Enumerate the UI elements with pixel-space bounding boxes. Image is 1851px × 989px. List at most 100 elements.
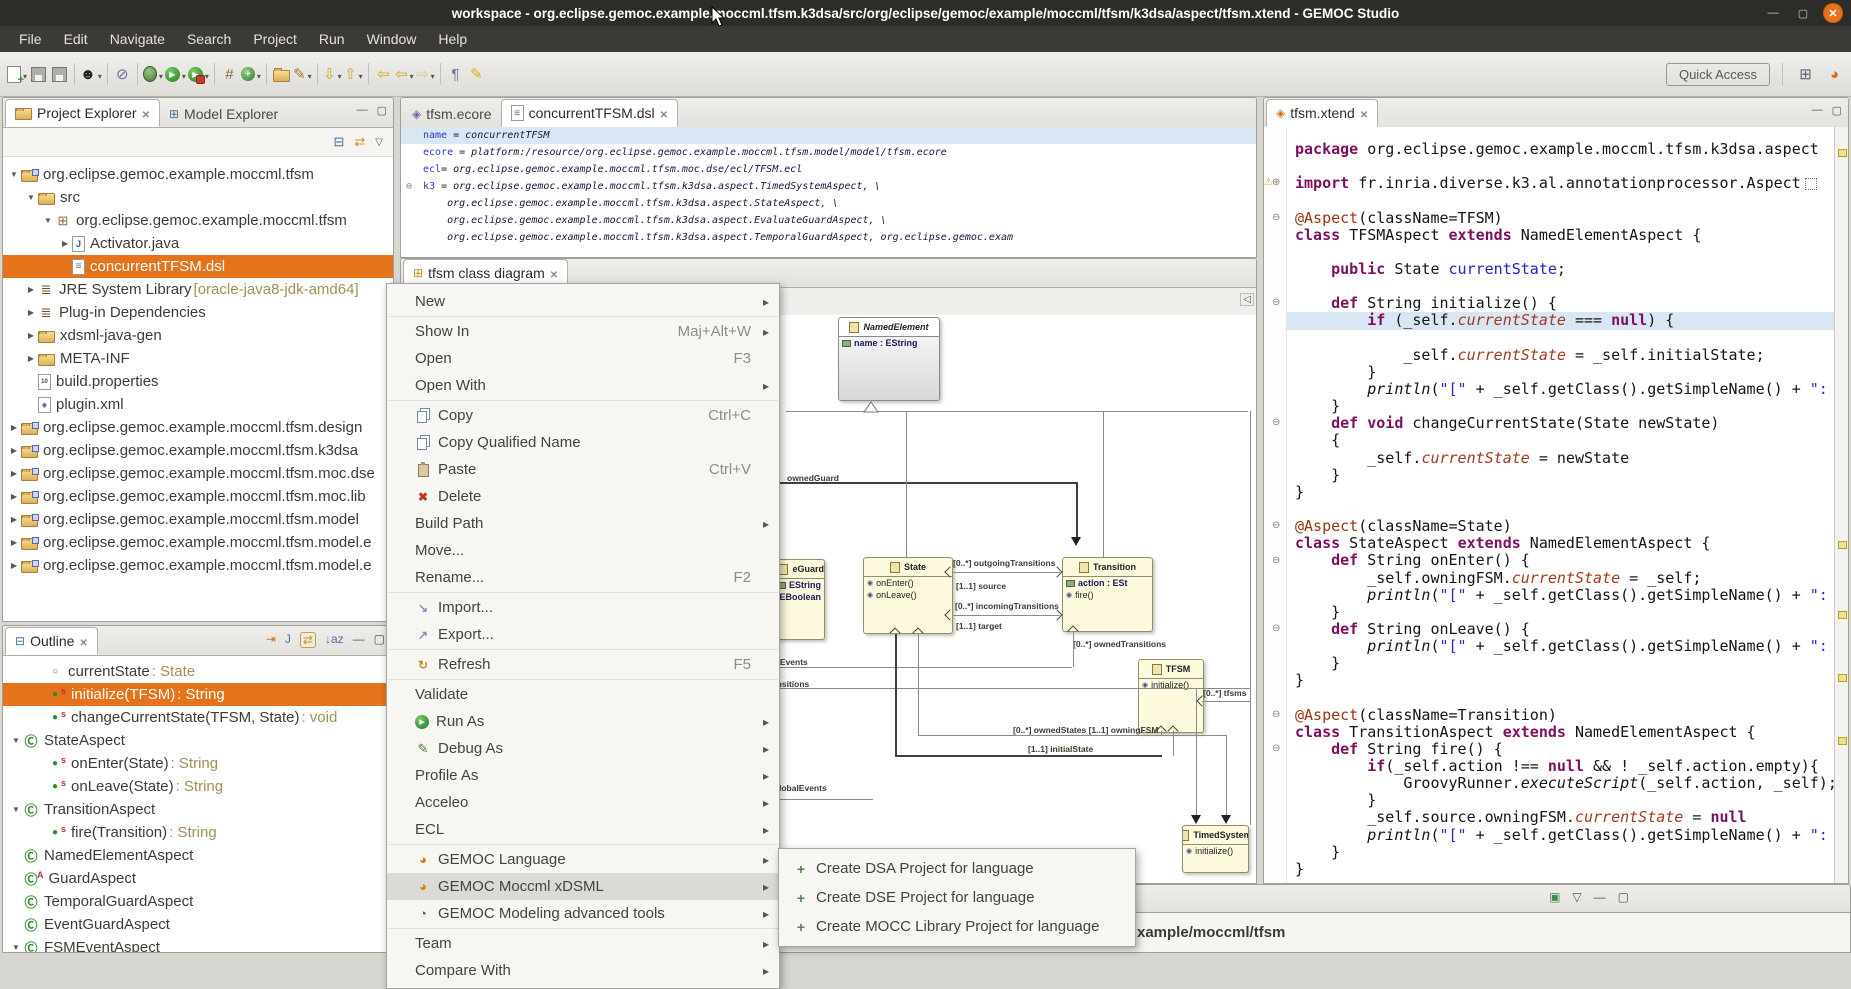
expand-arrow-icon[interactable] <box>9 736 23 745</box>
tab-outline[interactable]: ⊟ Outline <box>5 627 98 655</box>
code-line[interactable] <box>1287 192 1834 209</box>
maximize-button[interactable]: ▢ <box>1793 3 1813 23</box>
user-icon[interactable]: ☻ <box>79 61 103 87</box>
dsl-code-area[interactable]: name = concurrentTFSMecore = platform:/r… <box>401 127 1256 257</box>
code-line[interactable] <box>1287 244 1834 261</box>
tree-item[interactable]: FSMEventAspect <box>3 936 393 953</box>
fold-marker-icon[interactable]: ⊖ <box>1272 297 1280 308</box>
tree-item[interactable]: StateAspect <box>3 729 393 752</box>
menu-item[interactable]: Move... <box>387 537 779 564</box>
code-line[interactable]: GroovyRunner.executeScript(_self.action,… <box>1287 775 1834 792</box>
code-line[interactable]: _self.owningFSM.currentState = _self; <box>1287 570 1834 587</box>
link-editor-icon[interactable]: ⇄ <box>300 632 316 648</box>
menu-item[interactable]: Profile As <box>387 762 779 789</box>
code-line[interactable]: println("[" + _self.getClass().getSimple… <box>1287 587 1834 604</box>
prev-annotation-icon[interactable]: ⇧ <box>343 61 364 87</box>
code-line[interactable]: if(_self.action !== null && ! _self.acti… <box>1287 758 1834 775</box>
menu-item[interactable]: Copy Qualified Name <box>387 429 779 456</box>
code-line[interactable] <box>1287 278 1834 295</box>
run-icon[interactable] <box>164 61 187 87</box>
code-line[interactable]: if (_self.currentState === null) { <box>1287 312 1834 329</box>
maximize-view-icon[interactable]: ▢ <box>374 632 385 648</box>
tree-item[interactable]: sonLeave(State) : String <box>3 775 393 798</box>
new-gemoc-project-icon[interactable] <box>240 61 262 87</box>
fold-marker-icon[interactable]: ⊖ <box>1272 520 1280 531</box>
tree-item[interactable]: sinitialize(TFSM) : String <box>3 683 393 706</box>
minimize-button[interactable]: — <box>1763 3 1783 23</box>
code-line[interactable]: } <box>1287 484 1834 501</box>
code-line[interactable]: def void changeCurrentState(State newSta… <box>1287 415 1834 432</box>
class-box-timedsystem[interactable]: TimedSystem◉initialize() <box>1182 825 1249 873</box>
minimize-view-icon[interactable]: — <box>353 632 365 648</box>
tree-item[interactable]: TemporalGuardAspect <box>3 890 393 913</box>
menu-item[interactable]: Rename...F2 <box>387 564 779 591</box>
code-line[interactable]: ecl= org.eclipse.gemoc.example.moccml.tf… <box>401 161 1256 178</box>
code-line[interactable]: _self.currentState = newState <box>1287 450 1834 467</box>
mark-occurrences-icon[interactable]: ✎ <box>466 61 487 87</box>
code-line[interactable]: class TFSMAspect extends NamedElementAsp… <box>1287 227 1834 244</box>
menu-window[interactable]: Window <box>356 26 428 52</box>
fold-marker-icon[interactable]: ⊖ <box>1272 623 1280 634</box>
expand-arrow-icon[interactable] <box>9 805 23 814</box>
code-line[interactable] <box>1287 330 1834 347</box>
fold-marker-icon[interactable]: ⊖ <box>1272 555 1280 566</box>
tree-item[interactable]: org.eclipse.gemoc.example.moccml.tfsm <box>3 163 393 186</box>
tree-item[interactable]: NamedElementAspect <box>3 844 393 867</box>
tree-item[interactable]: JRE System Library [oracle-java8-jdk-amd… <box>3 278 393 301</box>
tree-item[interactable]: plugin.xml <box>3 393 393 416</box>
new-wizard-icon[interactable] <box>6 61 28 87</box>
expand-arrow-icon[interactable] <box>7 446 21 455</box>
code-line[interactable]: _self.currentState = _self.initialState; <box>1287 347 1834 364</box>
fold-marker-icon[interactable]: ⊕ <box>1272 177 1280 188</box>
code-line[interactable]: public State currentState; <box>1287 261 1834 278</box>
menu-item[interactable]: ECL <box>387 816 779 843</box>
tree-item[interactable]: AGuardAspect <box>3 867 393 890</box>
debug-icon[interactable] <box>142 61 164 87</box>
minimize-view-icon[interactable]: — <box>1812 104 1823 117</box>
code-line[interactable]: class TransitionAspect extends NamedElem… <box>1287 724 1834 741</box>
code-line[interactable]: import fr.inria.diverse.k3.al.annotation… <box>1287 175 1834 192</box>
menu-item[interactable]: RefreshF5 <box>387 651 779 678</box>
fold-marker-icon[interactable]: ⊖ <box>1272 743 1280 754</box>
close-icon[interactable] <box>550 265 558 281</box>
menu-item[interactable]: Debug As <box>387 735 779 762</box>
expand-arrow-icon[interactable] <box>9 943 23 952</box>
expand-arrow-icon[interactable] <box>7 423 21 432</box>
tree-item[interactable]: org.eclipse.gemoc.example.moccml.tfsm.de… <box>3 416 393 439</box>
new-java-project-icon[interactable]: # <box>219 61 240 87</box>
menu-item[interactable]: GEMOC Modeling advanced tools <box>387 900 779 927</box>
code-line[interactable]: org.eclipse.gemoc.example.moccml.tfsm.k3… <box>401 195 1256 212</box>
menu-item[interactable]: Export... <box>387 621 779 648</box>
menu-item[interactable]: Acceleo <box>387 789 779 816</box>
menu-item[interactable]: Validate <box>387 681 779 708</box>
tab-model-explorer[interactable]: ⊞ Model Explorer <box>160 101 287 127</box>
skip-breakpoints-icon[interactable]: ⊘ <box>112 61 133 87</box>
minimize-view-icon[interactable]: — <box>1594 890 1606 904</box>
expand-arrow-icon[interactable] <box>24 331 38 340</box>
open-type-icon[interactable] <box>271 61 292 87</box>
close-icon[interactable] <box>142 105 150 121</box>
menu-item[interactable]: Show InMaj+Alt+W <box>387 318 779 345</box>
menu-item[interactable]: Compare With <box>387 957 779 984</box>
menu-item[interactable]: Open With <box>387 372 779 399</box>
expand-arrow-icon[interactable] <box>58 239 72 248</box>
code-line[interactable]: } <box>1287 655 1834 672</box>
menu-run[interactable]: Run <box>308 26 356 52</box>
code-line[interactable] <box>1287 501 1834 518</box>
tab-concurrenttfsm-dsl[interactable]: concurrentTFSM.dsl <box>501 99 678 127</box>
pin-editor-icon[interactable]: ¶ <box>445 61 466 87</box>
back-icon[interactable]: ⇦ <box>394 61 415 87</box>
maximize-view-icon[interactable]: ▢ <box>377 104 387 117</box>
code-line[interactable]: org.eclipse.gemoc.example.moccml.tfsm.k3… <box>401 212 1256 229</box>
expand-arrow-icon[interactable] <box>24 285 38 294</box>
close-button[interactable]: ✕ <box>1823 3 1843 23</box>
save-all-icon[interactable] <box>49 61 70 87</box>
code-line[interactable]: println("[" + _self.getClass().getSimple… <box>1287 638 1834 655</box>
code-line[interactable]: } <box>1287 861 1834 878</box>
annotation-mark[interactable] <box>1838 674 1847 682</box>
menu-edit[interactable]: Edit <box>53 26 99 52</box>
code-line[interactable]: @Aspect(className=State) <box>1287 518 1834 535</box>
tree-item[interactable]: sonEnter(State) : String <box>3 752 393 775</box>
last-edit-icon[interactable]: ⇦ <box>373 61 394 87</box>
tree-item[interactable]: META-INF <box>3 347 393 370</box>
